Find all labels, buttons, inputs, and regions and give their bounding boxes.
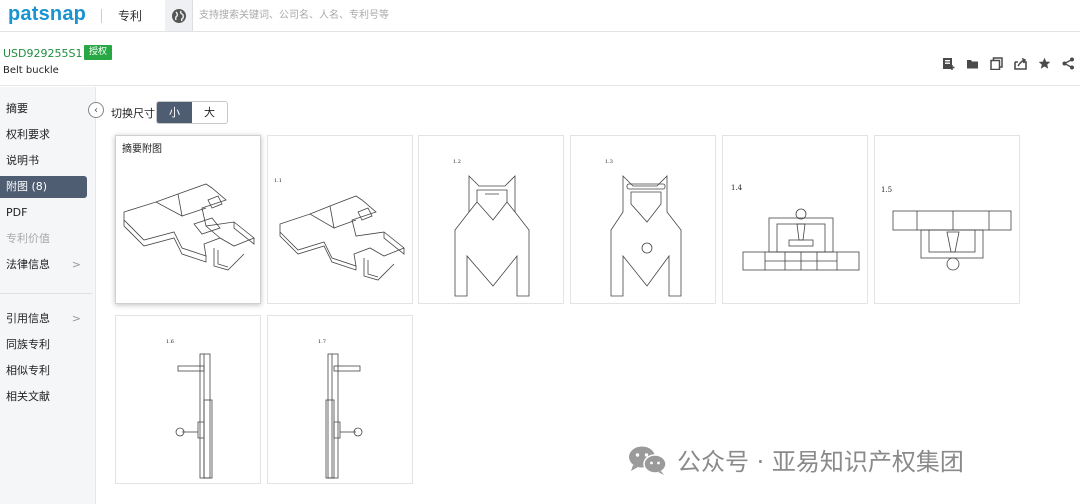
export-icon[interactable] [1013,56,1028,71]
sidebar-item-related-literature[interactable]: 相关文献 [0,386,87,408]
buckle-drawing: 1.2 [453,159,530,297]
toolbar [941,56,1076,71]
collapse-sidebar-button[interactable]: ‹ [88,102,104,118]
search-input[interactable] [193,0,1080,31]
buckle-drawing: 1.4 [731,184,860,271]
sidebar-item-abstract[interactable]: 摘要 [0,98,87,120]
figure-label: 1.2 [453,159,461,165]
sidebar-item-patent-value: 专利价值 [6,232,50,245]
chevron-left-icon: ‹ [94,104,98,116]
star-icon[interactable] [1037,56,1052,71]
buckle-drawing: 1.6 [166,339,213,479]
buckle-drawing: 1.1 [274,178,405,281]
sidebar-item-claims[interactable]: 权利要求 [0,124,87,146]
wechat-icon [629,446,667,475]
chevron-right-icon: > [71,312,81,325]
drawing-thumbnail[interactable]: 1.3 [570,135,716,304]
sidebar-item-family[interactable]: 同族专利 [0,334,87,356]
drawing-thumbnail[interactable]: 1.4 [722,135,868,304]
sidebar-item-citations[interactable]: 引用信息 > [0,308,87,330]
patent-header: USD929255S1 授权 Belt buckle [0,38,1080,86]
chevron-right-icon: > [71,258,81,271]
save-icon[interactable] [941,56,956,71]
share-icon[interactable] [1061,56,1076,71]
drawing-thumbnail[interactable]: 1.2 [418,135,564,304]
copy-icon[interactable] [989,56,1004,71]
figure-label: 1.4 [731,184,743,192]
nav-patent[interactable]: 专利 [118,7,142,24]
drawing-thumbnail-abstract[interactable]: 摘要附图 [115,135,261,304]
buckle-drawing: 1.7 [318,339,363,479]
drawing-thumbnail[interactable]: 1.5 [874,135,1020,304]
figure-label: 1.7 [318,339,326,345]
drawing-thumbnail[interactable]: 1.7 [267,315,413,484]
sidebar-item-pdf[interactable]: PDF [0,202,87,224]
divider [101,9,102,23]
sidebar-item-drawings[interactable]: 附图 (8) [0,176,87,198]
drawing-thumbnail[interactable]: 1.6 [115,315,261,484]
size-toggle-label: 切换尺寸 [111,107,155,120]
sidebar-item-description[interactable]: 说明书 [0,150,87,172]
sidebar-divider [0,293,92,294]
folder-icon[interactable] [965,56,980,71]
sidebar: 摘要 权利要求 说明书 附图 (8) PDF 专利价值 法律信息 > 引用信息 > … [0,87,96,504]
buckle-drawing: 1.5 [881,186,1012,271]
buckle-drawing: 1.3 [605,159,682,297]
sidebar-item-similar[interactable]: 相似专利 [0,360,87,382]
drawing-thumbnail[interactable]: 1.1 [267,135,413,304]
patent-title: Belt buckle [3,65,59,76]
sidebar-item-label: 法律信息 [6,258,50,271]
figure-label: 1.1 [274,178,282,184]
buckle-drawing [123,183,255,271]
size-large-button[interactable]: 大 [192,102,227,123]
status-badge: 授权 [84,45,113,60]
globe-icon[interactable] [165,0,193,31]
figure-label: 1.6 [166,339,174,345]
sidebar-item-label: 引用信息 [6,312,50,325]
size-small-button[interactable]: 小 [157,102,192,123]
size-toggle: 小 大 [156,101,228,124]
sidebar-item-legal-info[interactable]: 法律信息 > [0,254,87,276]
top-bar: patsnap 专利 [0,0,1080,32]
publication-number[interactable]: USD929255S1 [3,47,82,60]
watermark: 公众号 · 亚易知识产权集团 [627,442,964,477]
figure-label: 1.5 [881,186,892,194]
figure-label: 1.3 [605,159,613,165]
watermark-text: 公众号 · 亚易知识产权集团 [677,448,964,476]
patsnap-logo[interactable]: patsnap [8,3,86,26]
